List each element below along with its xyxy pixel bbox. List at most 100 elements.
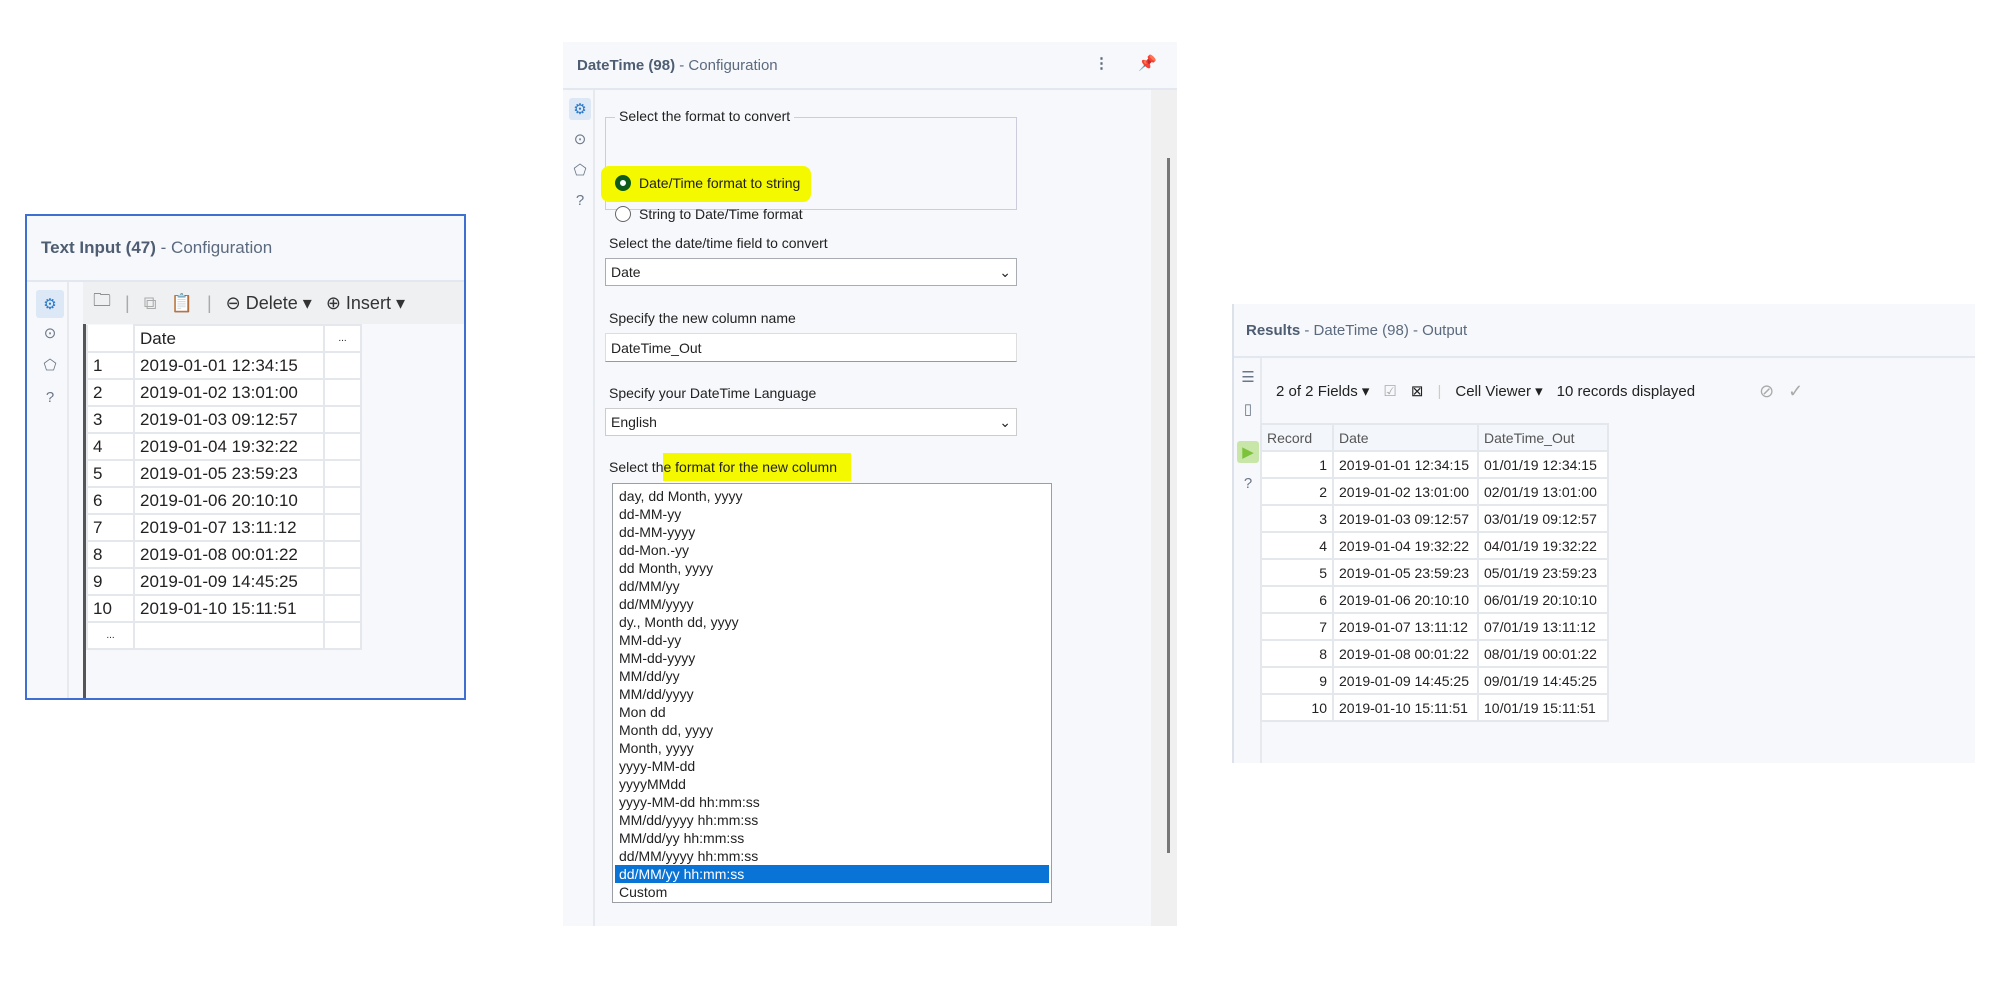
format-option[interactable]: Mon dd	[615, 703, 1049, 721]
table-row[interactable]: 5 2019-01-05 23:59:23 05/01/19 23:59:23	[1260, 558, 1609, 587]
gear-icon[interactable]: ⚙	[36, 290, 64, 318]
table-row[interactable]: 9 2019-01-09 14:45:25	[86, 567, 362, 596]
format-option[interactable]: dd/MM/yy	[615, 577, 1049, 595]
insert-button[interactable]: ⊕ Insert ▾	[326, 293, 405, 314]
scrollbar[interactable]	[1151, 90, 1177, 926]
format-option[interactable]: yyyyMMdd	[615, 775, 1049, 793]
datetime-out-cell[interactable]: 03/01/19 09:12:57	[1477, 504, 1609, 533]
help-icon[interactable]: ?	[39, 386, 61, 408]
date-cell[interactable]: 2019-01-06 20:10:10	[133, 486, 325, 515]
date-cell[interactable]: 2019-01-10 15:11:51	[1332, 693, 1479, 722]
connection-icon[interactable]: ⊙	[569, 128, 591, 150]
gear-icon[interactable]: ⚙	[569, 98, 591, 120]
table-row[interactable]: 8 2019-01-08 00:01:22 08/01/19 00:01:22	[1260, 639, 1609, 668]
empty-cell[interactable]	[323, 405, 362, 434]
empty-cell[interactable]	[133, 621, 325, 650]
table-row[interactable]: 8 2019-01-08 00:01:22	[86, 540, 362, 569]
table-row[interactable]: 2 2019-01-02 13:01:00 02/01/19 13:01:00	[1260, 477, 1609, 506]
date-cell[interactable]: 2019-01-03 09:12:57	[1332, 504, 1479, 533]
help-icon[interactable]: ?	[1237, 472, 1259, 494]
date-cell[interactable]: 2019-01-07 13:11:12	[133, 513, 325, 542]
format-listbox[interactable]: day, dd Month, yyyy dd-MM-yy dd-MM-yyyy dd-…	[612, 483, 1052, 903]
table-row[interactable]: 6 2019-01-06 20:10:10	[86, 486, 362, 515]
format-option[interactable]: yyyy-MM-dd hh:mm:ss	[615, 793, 1049, 811]
datetime-out-cell[interactable]: 01/01/19 12:34:15	[1477, 450, 1609, 479]
datetime-out-cell[interactable]: 09/01/19 14:45:25	[1477, 666, 1609, 695]
empty-cell[interactable]	[323, 621, 362, 650]
text-input-grid[interactable]: Date... 1 2019-01-01 12:34:15 2 2019-01-02 …	[86, 324, 362, 650]
datetime-out-cell[interactable]: 04/01/19 19:32:22	[1477, 531, 1609, 560]
datetime-out-cell[interactable]: 07/01/19 13:11:12	[1477, 612, 1609, 641]
format-option[interactable]: dd Month, yyyy	[615, 559, 1049, 577]
empty-cell[interactable]	[323, 378, 362, 407]
empty-cell[interactable]	[323, 513, 362, 542]
date-cell[interactable]: 2019-01-07 13:11:12	[1332, 612, 1479, 641]
empty-cell[interactable]	[323, 540, 362, 569]
empty-cell[interactable]	[323, 351, 362, 380]
cancel-icon[interactable]: ⊘	[1759, 381, 1774, 402]
format-option[interactable]: dd/MM/yyyy hh:mm:ss	[615, 847, 1049, 865]
date-cell[interactable]: 2019-01-05 23:59:23	[1332, 558, 1479, 587]
radio-datetime-to-string[interactable]: Date/Time format to string	[615, 175, 800, 191]
table-row[interactable]: 3 2019-01-03 09:12:57 03/01/19 09:12:57	[1260, 504, 1609, 533]
format-option[interactable]: dd/MM/yy hh:mm:ss	[615, 865, 1049, 883]
language-dropdown[interactable]: English ⌄	[605, 408, 1017, 436]
more-options-icon[interactable]: ⋮	[1094, 54, 1109, 72]
format-option[interactable]: Month dd, yyyy	[615, 721, 1049, 739]
radio-string-to-datetime[interactable]: String to Date/Time format	[615, 206, 803, 222]
datetime-out-cell[interactable]: 08/01/19 00:01:22	[1477, 639, 1609, 668]
empty-cell[interactable]	[323, 486, 362, 515]
connection-icon[interactable]: ⊙	[39, 322, 61, 344]
format-option[interactable]: MM/dd/yyyy hh:mm:ss	[615, 811, 1049, 829]
table-icon[interactable]: ▯	[1237, 398, 1259, 420]
radio-checked[interactable]	[615, 175, 631, 191]
cell-viewer-dropdown[interactable]: Cell Viewer ▾	[1455, 382, 1542, 400]
check-icon[interactable]: ☑	[1383, 382, 1396, 400]
date-cell[interactable]: 2019-01-05 23:59:23	[133, 459, 325, 488]
format-option[interactable]: dd-MM-yy	[615, 505, 1049, 523]
tag-icon[interactable]: ⬠	[569, 159, 591, 181]
tag-icon[interactable]: ⬠	[39, 354, 61, 376]
colname-input[interactable]: DateTime_Out	[605, 333, 1017, 362]
format-option[interactable]: MM-dd-yy	[615, 631, 1049, 649]
table-row[interactable]: 7 2019-01-07 13:11:12 07/01/19 13:11:12	[1260, 612, 1609, 641]
help-icon[interactable]: ?	[569, 189, 591, 211]
header-date[interactable]: Date	[1332, 423, 1479, 452]
format-option[interactable]: Month, yyyy	[615, 739, 1049, 757]
add-column[interactable]: ...	[323, 324, 362, 353]
new-row-marker[interactable]: ...	[86, 621, 135, 650]
date-cell[interactable]: 2019-01-03 09:12:57	[133, 405, 325, 434]
date-cell[interactable]: 2019-01-09 14:45:25	[1332, 666, 1479, 695]
fields-dropdown[interactable]: 2 of 2 Fields ▾	[1276, 382, 1369, 400]
table-row[interactable]: 7 2019-01-07 13:11:12	[86, 513, 362, 542]
date-cell[interactable]: 2019-01-01 12:34:15	[133, 351, 325, 380]
field-dropdown[interactable]: Date ⌄	[605, 258, 1017, 286]
date-cell[interactable]: 2019-01-02 13:01:00	[133, 378, 325, 407]
table-row[interactable]: 4 2019-01-04 19:32:22 04/01/19 19:32:22	[1260, 531, 1609, 560]
empty-cell[interactable]	[323, 432, 362, 461]
format-option[interactable]: Custom	[615, 883, 1049, 901]
folder-icon[interactable]: 🗀	[93, 288, 111, 318]
header-record[interactable]: Record	[1260, 423, 1334, 452]
date-cell[interactable]: 2019-01-10 15:11:51	[133, 594, 325, 623]
date-cell[interactable]: 2019-01-09 14:45:25	[133, 567, 325, 596]
delete-button[interactable]: ⊖ Delete ▾	[226, 293, 312, 314]
format-option[interactable]: dd-Mon.-yy	[615, 541, 1049, 559]
table-row[interactable]: 9 2019-01-09 14:45:25 09/01/19 14:45:25	[1260, 666, 1609, 695]
datetime-out-cell[interactable]: 10/01/19 15:11:51	[1477, 693, 1609, 722]
table-row[interactable]: 5 2019-01-05 23:59:23	[86, 459, 362, 488]
copy-icon[interactable]: ⧉	[144, 293, 157, 314]
empty-cell[interactable]	[323, 594, 362, 623]
date-cell[interactable]: 2019-01-04 19:32:22	[133, 432, 325, 461]
paste-icon[interactable]: 📋	[171, 293, 193, 314]
format-option[interactable]: day, dd Month, yyyy	[615, 487, 1049, 505]
date-cell[interactable]: 2019-01-08 00:01:22	[1332, 639, 1479, 668]
column-header[interactable]: Date	[133, 324, 325, 353]
table-row[interactable]: 4 2019-01-04 19:32:22	[86, 432, 362, 461]
format-option[interactable]: MM/dd/yy	[615, 667, 1049, 685]
datetime-out-cell[interactable]: 06/01/19 20:10:10	[1477, 585, 1609, 614]
format-option[interactable]: dd/MM/yyyy	[615, 595, 1049, 613]
table-row[interactable]: 10 2019-01-10 15:11:51 10/01/19 15:11:51	[1260, 693, 1609, 722]
pin-icon[interactable]: 📌	[1138, 54, 1157, 72]
table-row[interactable]: 10 2019-01-10 15:11:51	[86, 594, 362, 623]
